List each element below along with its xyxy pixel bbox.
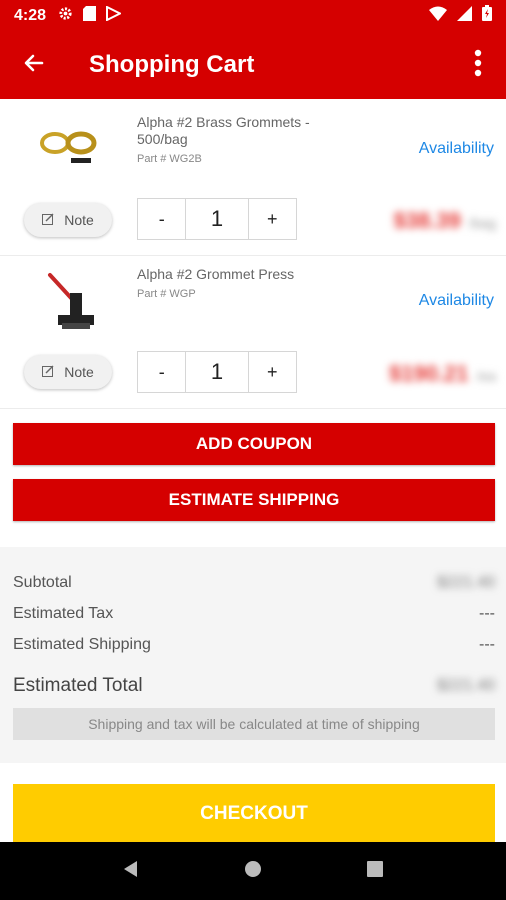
- note-button[interactable]: Note: [24, 203, 112, 237]
- product-name[interactable]: Alpha #2 Grommet Press: [137, 266, 327, 283]
- item-price: $38.39 /bag: [393, 208, 496, 234]
- signal-icon: [457, 5, 472, 26]
- sd-card-icon: [83, 5, 97, 26]
- quantity-stepper: - 1 +: [137, 198, 297, 240]
- part-number: Part # WGP: [137, 288, 196, 300]
- note-button[interactable]: Note: [24, 355, 112, 389]
- add-coupon-button[interactable]: ADD COUPON: [13, 423, 495, 465]
- product-image[interactable]: [22, 262, 122, 342]
- edit-note-icon: [42, 212, 54, 228]
- subtotal-label: Subtotal: [13, 574, 72, 591]
- nav-back-icon[interactable]: [121, 859, 141, 884]
- availability-link[interactable]: Availability: [419, 140, 494, 158]
- estimate-shipping-button[interactable]: ESTIMATE SHIPPING: [13, 479, 495, 521]
- tax-value: ---: [479, 605, 495, 622]
- note-label: Note: [64, 364, 94, 380]
- order-summary: Subtotal $221.40 Estimated Tax --- Estim…: [0, 547, 506, 763]
- price-value: $38.39: [393, 208, 461, 233]
- item-price: $190.21 /ea: [389, 361, 496, 387]
- subtotal-value: $221.40: [437, 574, 495, 591]
- qty-increase-button[interactable]: +: [249, 352, 296, 392]
- arrow-left-icon: [22, 51, 46, 80]
- shipping-row: Estimated Shipping ---: [13, 636, 495, 654]
- shipping-notice: Shipping and tax will be calculated at t…: [13, 708, 495, 740]
- nav-recents-icon[interactable]: [365, 859, 385, 884]
- edit-note-icon: [42, 364, 54, 380]
- product-image[interactable]: [22, 107, 122, 187]
- checkout-button[interactable]: CHECKOUT: [13, 784, 495, 844]
- qty-value[interactable]: 1: [185, 199, 249, 239]
- tax-label: Estimated Tax: [13, 605, 114, 622]
- nav-home-icon[interactable]: [243, 859, 263, 884]
- shipping-label: Estimated Shipping: [13, 636, 151, 653]
- qty-decrease-button[interactable]: -: [138, 199, 185, 239]
- page-title: Shopping Cart: [89, 51, 255, 78]
- gear-icon: [58, 6, 73, 26]
- grommets-image: [40, 131, 97, 163]
- app-bar: Shopping Cart: [0, 31, 506, 99]
- wifi-icon: [429, 6, 447, 26]
- part-number: Part # WG2B: [137, 153, 202, 165]
- qty-value[interactable]: 1: [185, 352, 249, 392]
- shipping-value: ---: [479, 636, 495, 653]
- price-unit: /bag: [468, 215, 496, 231]
- more-options-button[interactable]: [464, 49, 492, 81]
- product-name[interactable]: Alpha #2 Brass Grommets - 500/bag: [137, 114, 327, 148]
- price-value: $190.21: [389, 361, 469, 386]
- price-unit: /ea: [476, 368, 496, 384]
- total-row: Estimated Total $221.40: [13, 675, 495, 697]
- qty-decrease-button[interactable]: -: [138, 352, 185, 392]
- availability-link[interactable]: Availability: [419, 292, 494, 310]
- back-button[interactable]: [0, 31, 68, 99]
- cart-item: Alpha #2 Brass Grommets - 500/bag Part #…: [0, 99, 506, 256]
- subtotal-row: Subtotal $221.40: [13, 574, 495, 592]
- note-label: Note: [64, 212, 94, 228]
- grommet-press-image: [48, 273, 94, 329]
- battery-icon: [482, 5, 492, 26]
- total-value: $221.40: [437, 677, 495, 694]
- cart-item: Alpha #2 Grommet Press Part # WGP Availa…: [0, 256, 506, 409]
- status-time: 4:28: [14, 6, 47, 24]
- total-label: Estimated Total: [13, 675, 143, 696]
- quantity-stepper: - 1 +: [137, 351, 297, 393]
- play-store-icon: [106, 4, 123, 26]
- status-bar: 4:28: [0, 0, 506, 31]
- qty-increase-button[interactable]: +: [249, 199, 296, 239]
- system-nav-bar: [0, 842, 506, 900]
- tax-row: Estimated Tax ---: [13, 605, 495, 623]
- more-vert-icon: [474, 49, 482, 82]
